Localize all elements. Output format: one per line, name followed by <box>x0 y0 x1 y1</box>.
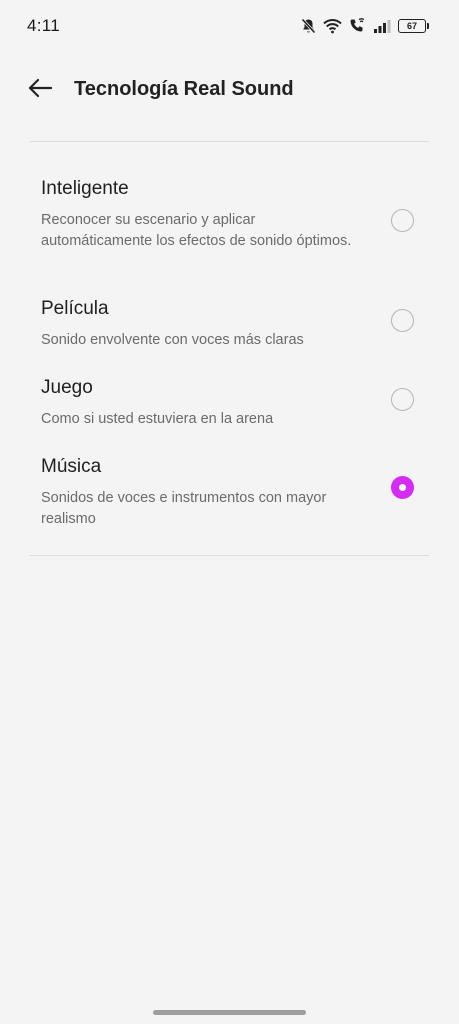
option-juego[interactable]: Juego Como si usted estuviera en la aren… <box>0 377 459 429</box>
option-title: Película <box>41 298 109 319</box>
option-musica[interactable]: Música Sonidos de voces e instrumentos c… <box>0 456 459 528</box>
radio-inteligente[interactable] <box>391 209 414 232</box>
option-title: Inteligente <box>41 178 129 199</box>
radio-musica-selected[interactable] <box>391 476 414 499</box>
option-pelicula[interactable]: Película Sonido envolvente con voces más… <box>0 298 459 350</box>
radio-pelicula[interactable] <box>391 309 414 332</box>
option-description: Como si usted estuviera en la arena <box>41 411 274 427</box>
status-icons: 67 <box>301 17 429 35</box>
option-description: Sonido envolvente con voces más claras <box>41 332 304 348</box>
option-inteligente[interactable]: Inteligente Reconocer su escenario y apl… <box>0 178 459 270</box>
radio-juego[interactable] <box>391 388 414 411</box>
back-arrow-icon <box>27 78 53 103</box>
status-time: 4:11 <box>27 16 61 35</box>
option-description: Reconocer su escenario y aplicar automát… <box>41 212 352 249</box>
page-title: Tecnología Real Sound <box>74 78 294 100</box>
status-bar: 4:11 67 <box>0 0 459 52</box>
option-title: Juego <box>41 377 93 398</box>
signal-icon <box>373 19 391 33</box>
battery-icon: 67 <box>398 19 429 33</box>
top-divider <box>30 141 429 142</box>
home-indicator[interactable] <box>153 1010 306 1015</box>
back-button[interactable] <box>22 74 58 106</box>
bottom-divider <box>30 555 429 556</box>
option-description: Sonidos de voces e instrumentos con mayo… <box>41 490 327 527</box>
header: Tecnología Real Sound <box>0 66 459 114</box>
battery-level: 67 <box>406 21 417 31</box>
mute-bell-icon <box>301 18 316 34</box>
option-title: Música <box>41 456 102 477</box>
screen: 4:11 67 Tecnología Real Sound Inteligent… <box>0 0 459 1024</box>
wifi-call-icon <box>349 18 366 34</box>
wifi-icon <box>323 18 342 34</box>
